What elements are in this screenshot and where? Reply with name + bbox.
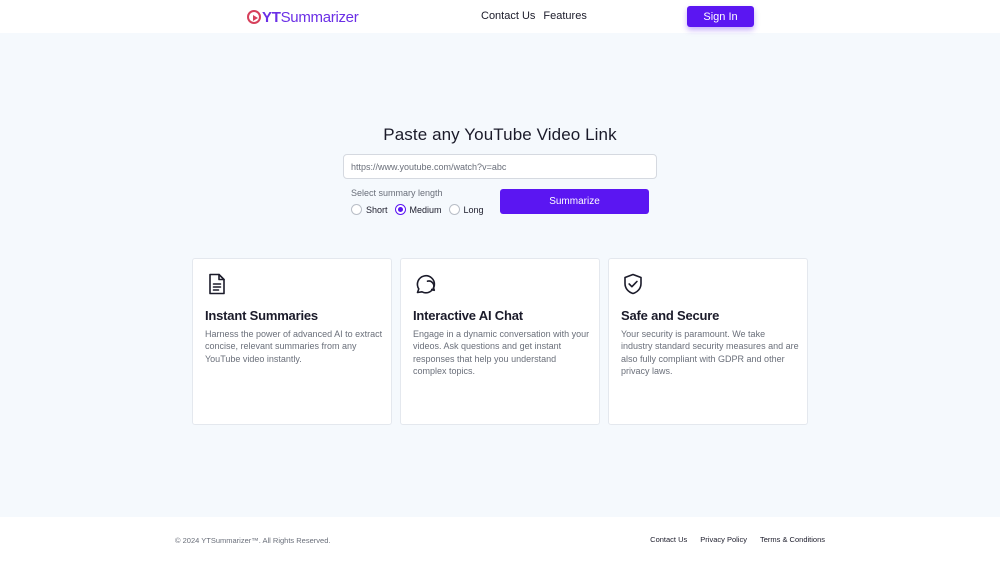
sign-in-button[interactable]: Sign In — [687, 6, 754, 27]
video-url-input[interactable] — [343, 154, 657, 179]
play-circle-icon — [247, 10, 261, 24]
feature-description: Engage in a dynamic conversation with yo… — [413, 329, 590, 376]
copyright-text: © 2024 YTSummarizer™. All Rights Reserve… — [175, 536, 331, 545]
summarize-button[interactable]: Summarize — [500, 189, 649, 214]
document-icon — [209, 273, 225, 295]
chat-bubble-icon — [416, 274, 436, 294]
feature-description: Harness the power of advanced AI to extr… — [205, 329, 383, 364]
footer-link-privacy[interactable]: Privacy Policy — [700, 535, 747, 544]
radio-label-medium: Medium — [409, 204, 442, 215]
footer-links: Contact Us Privacy Policy Terms & Condit… — [650, 535, 825, 544]
main-nav: Contact Us Features — [481, 10, 587, 22]
logo-text-bold: YT — [262, 8, 281, 26]
radio-option-long[interactable]: Long — [448, 204, 484, 215]
page-title: Paste any YouTube Video Link — [383, 125, 617, 144]
shield-check-icon — [624, 273, 642, 295]
site-header: YT Summarizer Contact Us Features Sign I… — [0, 0, 1000, 33]
nav-features[interactable]: Features — [543, 10, 586, 22]
footer-link-terms[interactable]: Terms & Conditions — [760, 535, 825, 544]
feature-card-safe-secure: Safe and Secure Your security is paramou… — [608, 258, 808, 425]
footer-link-contact[interactable]: Contact Us — [650, 535, 687, 544]
nav-contact-us[interactable]: Contact Us — [481, 10, 535, 22]
feature-description: Your security is paramount. We take indu… — [621, 329, 799, 376]
feature-title: Safe and Secure — [621, 308, 720, 323]
radio-short[interactable] — [351, 204, 362, 215]
feature-card-instant-summaries: Instant Summaries Harness the power of a… — [192, 258, 392, 425]
radio-medium[interactable] — [394, 204, 406, 215]
site-footer: © 2024 YTSummarizer™. All Rights Reserve… — [0, 517, 1000, 563]
radio-label-short: Short — [366, 204, 388, 215]
summary-length-label: Select summary length — [351, 188, 443, 198]
logo[interactable]: YT Summarizer — [247, 8, 359, 26]
feature-title: Interactive AI Chat — [413, 308, 523, 323]
radio-label-long: Long — [463, 204, 484, 215]
feature-card-interactive-chat: Interactive AI Chat Engage in a dynamic … — [400, 258, 600, 425]
radio-long[interactable] — [448, 204, 460, 215]
feature-title: Instant Summaries — [205, 308, 318, 323]
radio-option-short[interactable]: Short — [351, 204, 388, 215]
radio-option-medium[interactable]: Medium — [394, 204, 442, 215]
logo-text: Summarizer — [280, 8, 359, 26]
summary-length-options: Short Medium Long — [351, 204, 491, 215]
